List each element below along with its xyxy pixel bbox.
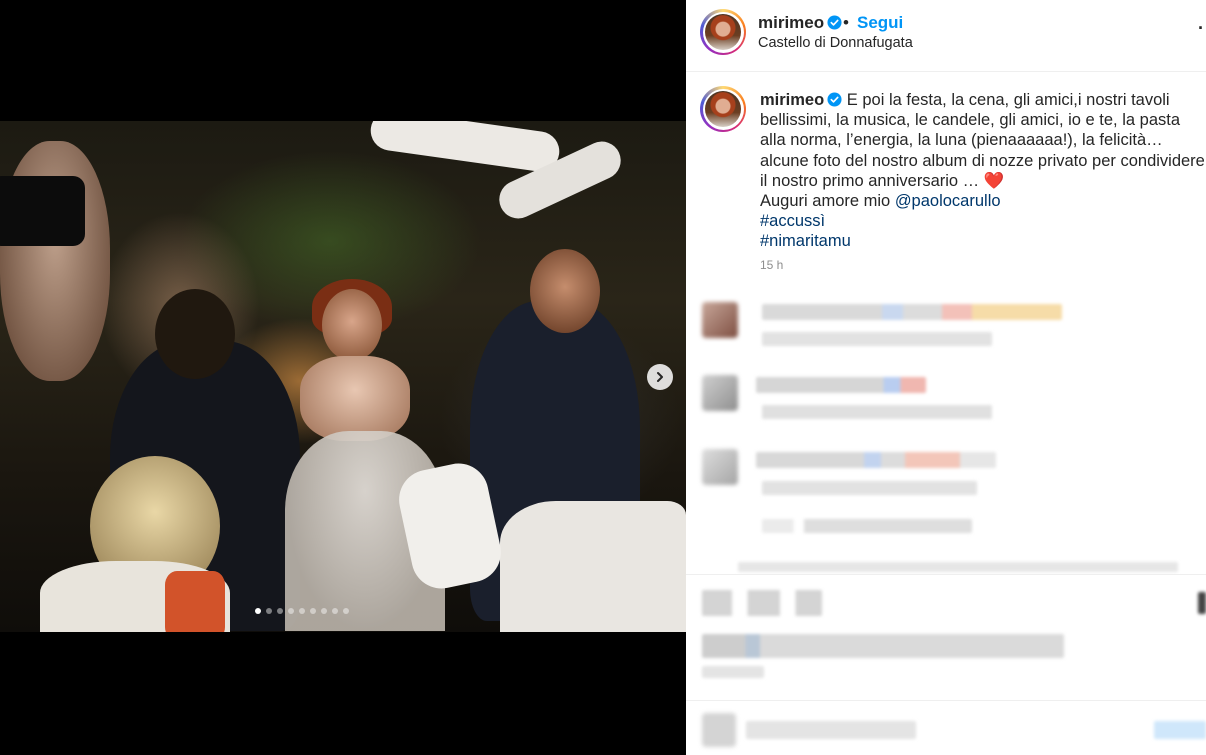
comment-avatar[interactable] [702, 302, 738, 338]
divider [686, 574, 1206, 575]
header-username[interactable]: mirimeo [758, 13, 842, 33]
comment-blur [762, 304, 1062, 320]
carousel-dot [343, 608, 349, 614]
post-media [0, 0, 686, 755]
post-photo[interactable] [0, 121, 686, 632]
likes-blur [702, 634, 1064, 658]
chevron-right-icon [657, 372, 663, 382]
emoji-icon-blur[interactable] [702, 713, 736, 747]
date-blur [702, 666, 764, 678]
photo-groom-head [155, 289, 235, 379]
photo-bride-torso [300, 356, 410, 441]
comment-blur [756, 377, 926, 393]
carousel-dot [321, 608, 327, 614]
publish-button-blur[interactable] [1154, 721, 1206, 739]
avatar-image [705, 14, 741, 50]
more-options-icon[interactable]: · [1198, 18, 1204, 39]
heart-emoji: ❤️ [983, 171, 1005, 190]
verified-badge-icon [827, 92, 842, 107]
mention-link[interactable]: @paolocarullo [895, 192, 1001, 210]
follow-button[interactable]: Segui [857, 13, 903, 33]
divider [686, 700, 1206, 701]
post-side-panel: mirimeo • Segui Castello di Donnafugata … [686, 0, 1206, 755]
post-header: mirimeo • Segui Castello di Donnafugata … [686, 0, 1206, 72]
comment-blur [762, 405, 992, 419]
carousel-indicator [255, 608, 349, 614]
avatar-image [705, 91, 741, 127]
carousel-dot [332, 608, 338, 614]
carousel-dot [299, 608, 305, 614]
carousel-dot [288, 608, 294, 614]
carousel-dot [277, 608, 283, 614]
carousel-dot [255, 608, 261, 614]
hashtag-link[interactable]: #nimaritamu [760, 232, 851, 250]
comment-blur [762, 481, 977, 495]
photo-bride-face [322, 289, 382, 361]
post-timestamp: 15 h [760, 258, 784, 272]
photo-guest-shirt [500, 501, 686, 632]
caption-username[interactable]: mirimeo [760, 91, 824, 109]
separator-dot: • [843, 13, 849, 32]
photo-napkin [368, 121, 562, 175]
caption-avatar[interactable] [700, 86, 746, 132]
location-link[interactable]: Castello di Donnafugata [758, 35, 913, 51]
action-icons-blur [702, 590, 822, 616]
save-icon-blur[interactable] [1198, 592, 1206, 614]
comment-blur [756, 452, 996, 468]
comment-input-blur[interactable] [746, 721, 916, 739]
comment-blur [738, 562, 1178, 572]
carousel-dot [266, 608, 272, 614]
caption-text: mirimeo E poi la festa, la cena, gli ami… [760, 90, 1206, 252]
comment-avatar[interactable] [702, 375, 738, 411]
comment-blur [762, 332, 992, 346]
carousel-dot [310, 608, 316, 614]
photo-orange-dress [165, 571, 225, 632]
photo-guest-head [530, 249, 600, 333]
avatar[interactable] [700, 9, 746, 55]
username-text[interactable]: mirimeo [758, 13, 824, 32]
comment-blur [762, 519, 972, 533]
carousel-next-button[interactable] [647, 364, 673, 390]
caption-greeting: Auguri amore mio [760, 192, 895, 211]
photo-camera [0, 176, 85, 246]
hashtag-link[interactable]: #accussì [760, 212, 825, 230]
comment-avatar[interactable] [702, 449, 738, 485]
verified-badge-icon [827, 15, 842, 30]
